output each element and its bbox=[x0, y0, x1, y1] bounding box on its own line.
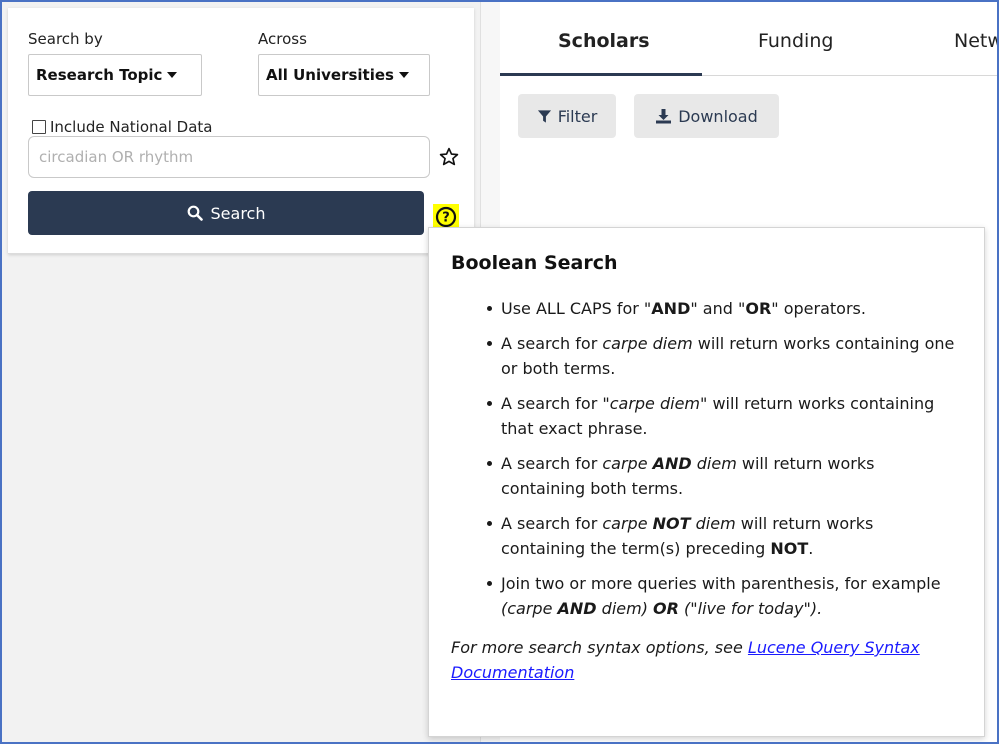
tip-text-segment: " and " bbox=[690, 299, 746, 318]
include-national-label: Include National Data bbox=[50, 118, 213, 136]
tip-text-segment: NOT bbox=[770, 539, 809, 558]
tip-text-segment: diem bbox=[690, 514, 736, 533]
tip-text-segment: carpe bbox=[602, 454, 653, 473]
tip-text-segment: Join two or more queries with parenthesi… bbox=[501, 574, 941, 593]
footer-text: For more search syntax options, see bbox=[451, 638, 748, 657]
tab-network[interactable]: Netw bbox=[954, 30, 997, 52]
boolean-tip-item: Use ALL CAPS for "AND" and "OR" operator… bbox=[487, 296, 962, 321]
popover-footer: For more search syntax options, see Luce… bbox=[451, 635, 962, 685]
tip-text-segment: diem) bbox=[596, 599, 654, 618]
search-button[interactable]: Search bbox=[28, 191, 424, 235]
tip-text-segment: . bbox=[808, 539, 814, 558]
tip-text-segment: Use ALL CAPS for " bbox=[501, 299, 652, 318]
results-tabs: Scholars Funding Netw bbox=[500, 2, 997, 76]
caret-down-icon bbox=[167, 72, 178, 78]
tip-text-segment: A search for bbox=[501, 514, 603, 533]
tip-text-segment: OR bbox=[745, 299, 772, 318]
across-value: All Universities bbox=[266, 66, 394, 84]
tip-text-segment: A search for bbox=[501, 394, 603, 413]
filter-button-label: Filter bbox=[557, 106, 598, 126]
caret-down-icon bbox=[398, 72, 409, 78]
boolean-search-popover: Boolean Search Use ALL CAPS for "AND" an… bbox=[428, 227, 985, 737]
tip-text-segment: " operators. bbox=[771, 299, 866, 318]
boolean-tip-item: A search for carpe diem will return work… bbox=[487, 331, 962, 381]
tab-scholars[interactable]: Scholars bbox=[558, 30, 650, 52]
tip-text-segment: carpe diem bbox=[602, 334, 693, 353]
search-icon bbox=[187, 205, 203, 221]
include-national-checkbox[interactable]: Include National Data bbox=[32, 118, 212, 136]
search-by-value: Research Topic bbox=[36, 66, 163, 84]
tip-text-segment: A search for bbox=[501, 454, 603, 473]
download-icon bbox=[656, 109, 672, 124]
tip-text-segment: ("live for today"). bbox=[678, 599, 823, 618]
tab-funding[interactable]: Funding bbox=[758, 30, 833, 52]
star-icon[interactable] bbox=[438, 146, 460, 168]
tip-text-segment: AND bbox=[557, 599, 597, 618]
tip-text-segment: "carpe diem" bbox=[602, 394, 708, 413]
popover-title: Boolean Search bbox=[451, 252, 618, 274]
boolean-tip-item: A search for carpe AND diem will return … bbox=[487, 451, 962, 501]
filter-button[interactable]: Filter bbox=[518, 94, 616, 138]
search-by-label: Search by bbox=[28, 30, 103, 48]
funnel-icon bbox=[537, 109, 551, 123]
boolean-tip-item: A search for carpe NOT diem will return … bbox=[487, 511, 962, 561]
search-card: Search by Across Research Topic All Univ… bbox=[8, 8, 474, 254]
active-tab-indicator bbox=[500, 73, 702, 76]
download-button[interactable]: Download bbox=[634, 94, 779, 138]
tip-text-segment: AND bbox=[651, 299, 691, 318]
tip-text-segment: AND bbox=[652, 454, 692, 473]
search-input[interactable] bbox=[28, 136, 430, 178]
across-dropdown[interactable]: All Universities bbox=[258, 54, 430, 96]
tip-text-segment: carpe bbox=[602, 514, 653, 533]
tip-text-segment: A search for bbox=[501, 334, 603, 353]
svg-text:?: ? bbox=[442, 211, 450, 226]
boolean-tip-item: Join two or more queries with parenthesi… bbox=[487, 571, 962, 621]
tip-text-segment: diem bbox=[691, 454, 737, 473]
tip-text-segment: NOT bbox=[652, 514, 691, 533]
search-button-label: Search bbox=[210, 203, 266, 223]
tip-text-segment: (carpe bbox=[501, 599, 558, 618]
boolean-tips-list: Use ALL CAPS for "AND" and "OR" operator… bbox=[451, 296, 962, 621]
left-pane: Search by Across Research Topic All Univ… bbox=[2, 2, 480, 742]
tip-text-segment: OR bbox=[653, 599, 679, 618]
across-label: Across bbox=[258, 30, 307, 48]
checkbox-box[interactable] bbox=[32, 120, 46, 134]
download-button-label: Download bbox=[678, 106, 758, 126]
boolean-tip-item: A search for "carpe diem" will return wo… bbox=[487, 391, 962, 441]
search-by-dropdown[interactable]: Research Topic bbox=[28, 54, 202, 96]
